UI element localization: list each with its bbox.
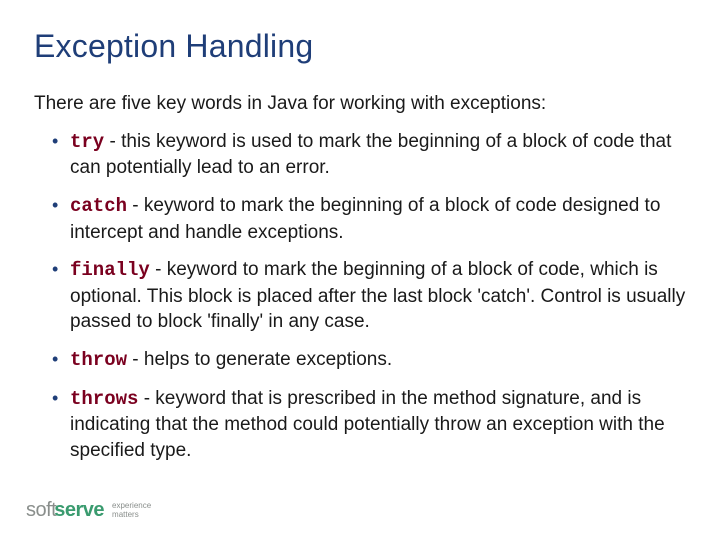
slide-title: Exception Handling: [34, 28, 686, 65]
footer-logo: softserve experience matters: [26, 499, 151, 522]
list-item: try - this keyword is used to mark the b…: [52, 129, 686, 181]
item-desc: - helps to generate exceptions.: [127, 349, 392, 370]
keyword: catch: [70, 195, 127, 217]
list-item: throws - keyword that is prescribed in t…: [52, 386, 686, 464]
list-item: throw - helps to generate exceptions.: [52, 347, 686, 374]
logo-tagline: experience matters: [112, 502, 151, 519]
list-item: finally - keyword to mark the beginning …: [52, 257, 686, 335]
keyword: finally: [70, 259, 150, 281]
keyword: throws: [70, 388, 138, 410]
item-desc: - keyword to mark the beginning of a blo…: [70, 259, 685, 332]
keyword: throw: [70, 349, 127, 371]
intro-text: There are five key words in Java for wor…: [34, 91, 686, 117]
slide: Exception Handling There are five key wo…: [0, 0, 720, 540]
tagline-line2: matters: [112, 511, 151, 519]
logo-text: softserve: [26, 499, 104, 522]
item-desc: - this keyword is used to mark the begin…: [70, 131, 671, 179]
item-desc: - keyword to mark the beginning of a blo…: [70, 195, 660, 243]
logo-serve: serve: [54, 499, 104, 521]
bullet-list: try - this keyword is used to mark the b…: [34, 129, 686, 464]
list-item: catch - keyword to mark the beginning of…: [52, 193, 686, 245]
item-desc: - keyword that is prescribed in the meth…: [70, 388, 665, 461]
logo-soft: soft: [26, 499, 56, 521]
keyword: try: [70, 131, 104, 153]
